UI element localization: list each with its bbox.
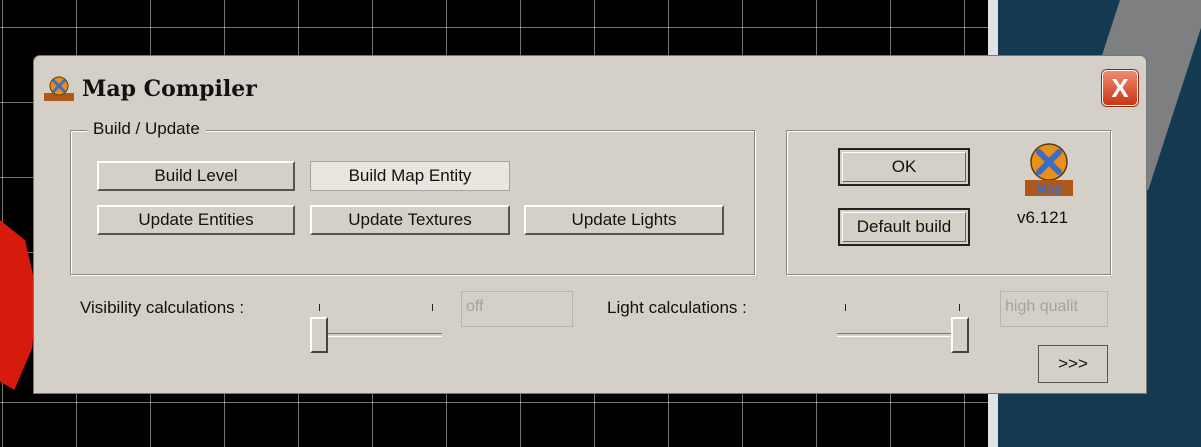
light-tick-min: [845, 304, 846, 311]
update-entities-button[interactable]: Update Entities: [97, 205, 295, 235]
light-slider-thumb[interactable]: [951, 317, 969, 353]
build-level-button[interactable]: Build Level: [97, 161, 295, 191]
visibility-tick-min: [319, 304, 320, 311]
app-icon: [44, 76, 74, 101]
logo-text: Map: [1036, 181, 1062, 196]
visibility-slider-track: [314, 333, 442, 337]
visibility-tick-max: [432, 304, 433, 311]
more-options-button[interactable]: >>>: [1038, 345, 1108, 383]
light-label: Light calculations :: [607, 298, 747, 317]
light-value-field: high qualit: [1000, 291, 1108, 327]
build-update-group-label: Build / Update: [87, 119, 206, 139]
map-compiler-dialog: Map Compiler X Build / Update Build Leve…: [33, 55, 1147, 394]
build-map-entity-button[interactable]: Build Map Entity: [310, 161, 510, 191]
visibility-label: Visibility calculations :: [80, 298, 245, 317]
light-tick-max: [959, 304, 960, 311]
version-label: v6.121: [1017, 208, 1069, 227]
title-bar[interactable]: Map Compiler X: [34, 56, 1146, 114]
visibility-slider-thumb[interactable]: [310, 317, 328, 353]
window-title: Map Compiler: [82, 76, 257, 102]
update-textures-button[interactable]: Update Textures: [310, 205, 510, 235]
close-icon: X: [1111, 73, 1129, 103]
light-slider-track: [837, 333, 967, 337]
visibility-value-field: off: [461, 291, 573, 327]
update-lights-button[interactable]: Update Lights: [524, 205, 724, 235]
default-build-button[interactable]: Default build: [838, 208, 970, 246]
close-button[interactable]: X: [1102, 70, 1138, 106]
ok-button[interactable]: OK: [838, 148, 970, 186]
xmap-logo-icon: Map: [1025, 143, 1073, 196]
build-update-group: Build / Update Build Level Build Map Ent…: [70, 119, 755, 275]
